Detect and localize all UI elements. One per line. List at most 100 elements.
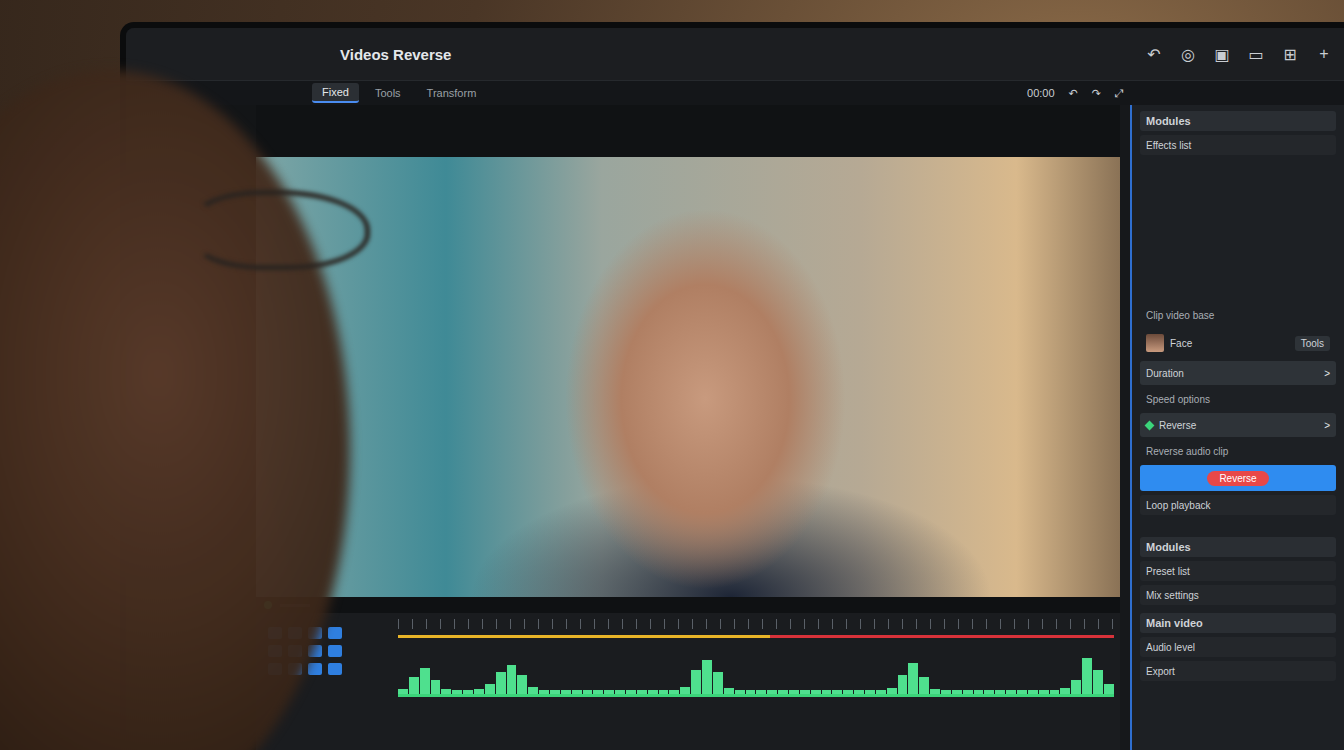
- toolbar-icon[interactable]: +: [1316, 45, 1332, 64]
- waveform-bar: [898, 675, 908, 694]
- waveform-bar: [832, 690, 842, 694]
- timeline-tool-icon[interactable]: [308, 663, 322, 675]
- chevron-icon[interactable]: >: [1324, 368, 1330, 379]
- waveform-bar: [409, 677, 419, 694]
- waveform-bar: [528, 687, 538, 694]
- waveform-bar: [1006, 690, 1016, 694]
- item-label: Preset list: [1146, 566, 1190, 577]
- panel-item: Clip video base: [1140, 305, 1336, 325]
- preview-tool[interactable]: ↷: [1092, 87, 1101, 100]
- waveform-bar: [963, 690, 973, 694]
- panel-item[interactable]: Mix settings: [1140, 585, 1336, 605]
- panel-item[interactable]: Export: [1140, 661, 1336, 681]
- waveform-bar: [908, 663, 918, 694]
- waveform-bar: [887, 688, 897, 694]
- timeline-tool-icon[interactable]: [328, 663, 342, 675]
- item-label: Reverse audio clip: [1146, 446, 1228, 457]
- panel-item[interactable]: Loop playback: [1140, 495, 1336, 515]
- waveform-bar: [496, 672, 506, 694]
- waveform-bar: [789, 690, 799, 694]
- waveform-bar: [767, 690, 777, 694]
- waveform-bar: [539, 690, 549, 694]
- waveform-bar: [1093, 670, 1103, 694]
- waveform-bar: [550, 690, 560, 694]
- item-label: Audio level: [1146, 642, 1195, 653]
- waveform-bar: [1017, 690, 1027, 694]
- item-label: Effects list: [1146, 140, 1191, 151]
- tab[interactable]: Fixed: [312, 83, 359, 103]
- waveform-bar: [984, 690, 994, 694]
- panel-item[interactable]: Preset list: [1140, 561, 1336, 581]
- item-label: Modules: [1146, 541, 1191, 553]
- toolbar-icons: ↶ ◎ ▣ ▭ ⊞ +: [1146, 45, 1332, 64]
- waveform-bar: [843, 690, 853, 694]
- waveform-bar: [1071, 680, 1081, 694]
- panel-item: Speed options: [1140, 389, 1336, 409]
- waveform-bar: [669, 690, 679, 694]
- timeline-tool-icon[interactable]: [328, 645, 342, 657]
- glasses: [190, 190, 370, 270]
- waveform-bar: [941, 690, 951, 694]
- video-frame: [256, 157, 1120, 597]
- panel-item[interactable]: Face Tools: [1140, 329, 1336, 357]
- waveform-bar: [800, 690, 810, 694]
- waveform-bar: [583, 690, 593, 694]
- preview-tool[interactable]: ↶: [1069, 87, 1078, 100]
- waveform-bar: [604, 690, 614, 694]
- panel-item[interactable]: Audio level: [1140, 637, 1336, 657]
- waveform-bar: [485, 684, 495, 694]
- waveform-bar: [735, 690, 745, 694]
- progress-track[interactable]: [398, 635, 1114, 638]
- toolbar-icon[interactable]: ▭: [1248, 45, 1264, 64]
- waveform-bar: [756, 690, 766, 694]
- panel-item[interactable]: Main video: [1140, 613, 1336, 633]
- toolbar-icon[interactable]: ⊞: [1282, 45, 1298, 64]
- waveform-bar: [876, 690, 886, 694]
- panel-section: Modules Effects list: [1140, 111, 1336, 155]
- waveform-bar: [702, 660, 712, 694]
- panel-item[interactable]: Modules: [1140, 537, 1336, 557]
- waveform-bar: [561, 690, 571, 694]
- waveform-bar: [441, 689, 451, 694]
- item-label: Face: [1170, 338, 1192, 349]
- waveform-bar: [1082, 658, 1092, 694]
- preview-tools: 00:00 ↶ ↷ ⤢: [1027, 87, 1124, 100]
- chevron-icon[interactable]: >: [1324, 420, 1330, 431]
- waveform-bar: [811, 690, 821, 694]
- toolbar-icon[interactable]: ↶: [1146, 45, 1162, 64]
- playback-controls: [256, 597, 1120, 613]
- waveform-bar: [822, 690, 832, 694]
- preview-tool[interactable]: 00:00: [1027, 87, 1055, 100]
- reverse-button[interactable]: Reverse: [1140, 465, 1336, 491]
- toolbar-icon[interactable]: ◎: [1180, 45, 1196, 64]
- waveform-bar: [648, 690, 658, 694]
- item-label: Speed options: [1146, 394, 1210, 405]
- panel-item: Reverse audio clip: [1140, 441, 1336, 461]
- waveform-bar: [919, 677, 929, 694]
- tab[interactable]: Tools: [365, 84, 411, 102]
- waveform-bar: [463, 690, 473, 694]
- panel-item[interactable]: Modules: [1140, 111, 1336, 131]
- waveform-bar: [854, 690, 864, 694]
- toolbar-icon[interactable]: ▣: [1214, 45, 1230, 64]
- waveform-bar: [637, 690, 647, 694]
- clip-thumbnail-icon: [1146, 334, 1164, 352]
- item-badge[interactable]: Tools: [1295, 336, 1330, 351]
- waveform-bar: [517, 675, 527, 694]
- button-label: Reverse: [1207, 471, 1268, 486]
- waveform-bar: [995, 690, 1005, 694]
- timeline-ruler: [398, 619, 1114, 629]
- panel-item[interactable]: Duration >: [1140, 361, 1336, 385]
- diamond-icon: [1145, 420, 1155, 430]
- waveform-bar: [1039, 690, 1049, 694]
- preview-area: [256, 105, 1130, 750]
- panel-item[interactable]: Reverse>: [1140, 413, 1336, 437]
- panel-section: Main video Audio level Export: [1140, 613, 1336, 681]
- preview-tool[interactable]: ⤢: [1115, 87, 1124, 100]
- preview-spacer: [256, 105, 1120, 157]
- waveform-bar: [593, 690, 603, 694]
- timeline-tool-icon[interactable]: [328, 627, 342, 639]
- tab[interactable]: Transform: [417, 84, 487, 102]
- item-label: Duration: [1146, 368, 1184, 379]
- panel-item[interactable]: Effects list: [1140, 135, 1336, 155]
